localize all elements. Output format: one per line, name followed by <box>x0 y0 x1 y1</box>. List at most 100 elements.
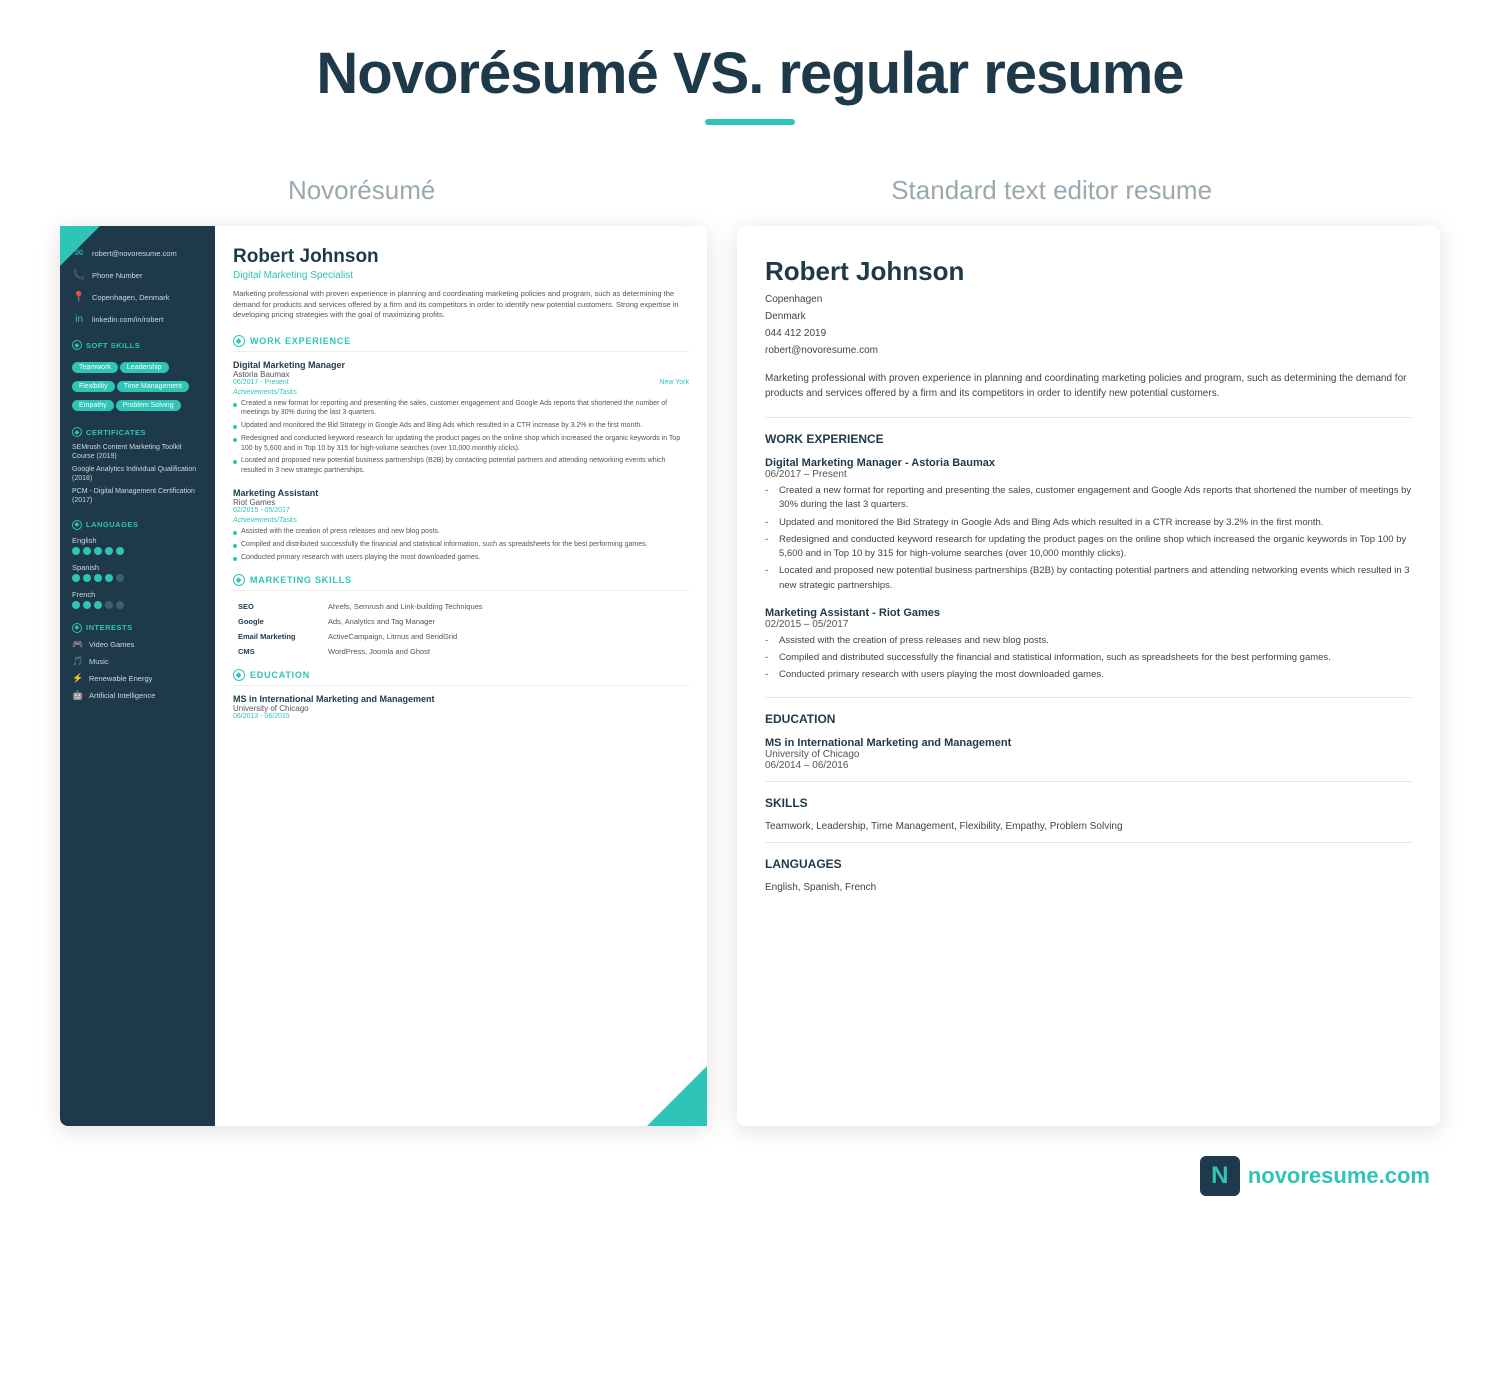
skill-detail: Ahrefs, Semrush and Link-building Techni… <box>323 599 689 614</box>
lang-name: Spanish <box>72 563 203 572</box>
lang-icon: ◆ <box>72 520 82 530</box>
work-entry: Digital Marketing Manager Astoria Baumax… <box>233 360 689 477</box>
std-work-entry: Marketing Assistant - Riot Games 02/2015… <box>765 607 1412 683</box>
location-text: Copenhagen, Denmark <box>92 293 170 302</box>
lang-dot <box>83 574 91 582</box>
edu-dates: 06/2013 - 06/2015 <box>233 713 689 720</box>
novo-jobs-container: Digital Marketing Manager Astoria Baumax… <box>233 360 689 563</box>
novo-work-title: ◆ WORK EXPERIENCE <box>233 335 689 352</box>
contact-phone: 📞 Phone Number <box>72 268 203 282</box>
std-role: Marketing Assistant - Riot Games <box>765 607 1412 619</box>
novoresume-label: Novorésumé <box>288 175 435 206</box>
work-bullet: Redesigned and conducted keyword researc… <box>233 434 689 454</box>
interest-item: 🎮 Video Games <box>72 639 203 651</box>
interest-text: Music <box>89 657 109 666</box>
std-bullet: Compiled and distributed successfully th… <box>765 651 1412 665</box>
work-bullet: Compiled and distributed successfully th… <box>233 540 689 550</box>
work-bullet: Created a new format for reporting and p… <box>233 399 689 419</box>
skill-detail: ActiveCampaign, Litmus and SendGrid <box>323 629 689 644</box>
lang-item: French <box>72 590 203 609</box>
cert-item: Google Analytics Individual Qualificatio… <box>72 465 203 483</box>
std-bullet: Located and proposed new potential busin… <box>765 564 1412 593</box>
work-company: Riot Games <box>233 498 689 507</box>
cert-icon: ◆ <box>72 427 82 437</box>
novo-name: Robert Johnson <box>233 246 689 268</box>
standard-label: Standard text editor resume <box>891 175 1212 206</box>
languages-title: ◆ LANGUAGES <box>72 520 203 530</box>
lang-item: English <box>72 536 203 555</box>
email-text: robert@novoresume.com <box>92 249 177 258</box>
lang-dot <box>94 601 102 609</box>
work-bullet: Conducted primary research with users pl… <box>233 553 689 563</box>
novoresume-card-wrapper: ✉ robert@novoresume.com 📞 Phone Number 📍… <box>60 226 707 1126</box>
interest-text: Artificial Intelligence <box>89 691 155 700</box>
work-subtitle: Achievements/Tasks <box>233 517 689 524</box>
skill-tag: Teamwork <box>72 362 118 373</box>
certificates-title: ◆ CERTIFICATES <box>72 427 203 437</box>
std-jobs-container: Digital Marketing Manager - Astoria Baum… <box>765 457 1412 683</box>
novo-edu-container: MS in International Marketing and Manage… <box>233 694 689 720</box>
interest-icon: ⚡ <box>72 673 84 685</box>
std-name: Robert Johnson <box>765 256 1412 287</box>
work-icon: ◆ <box>233 335 245 347</box>
contact-email: ✉ robert@novoresume.com <box>72 246 203 260</box>
page-footer: N novoresume.com <box>60 1156 1440 1196</box>
divider-3 <box>765 781 1412 782</box>
work-subtitle: Achievements/Tasks <box>233 389 689 396</box>
mktg-icon: ◆ <box>233 574 245 586</box>
lang-dot <box>105 574 113 582</box>
std-role: Digital Marketing Manager - Astoria Baum… <box>765 457 1412 469</box>
divider-2 <box>765 697 1412 698</box>
std-edu-degree: MS in International Marketing and Manage… <box>765 737 1412 749</box>
title-underline <box>705 119 795 125</box>
skill-name: SEO <box>233 599 323 614</box>
standard-card: Robert Johnson CopenhagenDenmark044 412 … <box>737 226 1440 1126</box>
std-bullet: Conducted primary research with users pl… <box>765 668 1412 682</box>
lang-dot <box>116 547 124 555</box>
std-lang-text: English, Spanish, French <box>765 882 1412 893</box>
std-edu-dates: 06/2014 – 06/2016 <box>765 760 1412 771</box>
lang-name: English <box>72 536 203 545</box>
soft-skills-icon: ◆ <box>72 340 82 350</box>
footer-domain: novoresume.com <box>1248 1163 1430 1189</box>
lang-dots <box>72 601 203 609</box>
std-contact-line: robert@novoresume.com <box>765 342 1412 359</box>
lang-dot <box>116 601 124 609</box>
location-icon: 📍 <box>72 290 86 304</box>
work-bullet: Assisted with the creation of press rele… <box>233 527 689 537</box>
footer-logo: N novoresume.com <box>1200 1156 1430 1196</box>
std-edu-school: University of Chicago <box>765 749 1412 760</box>
novo-main: Robert Johnson Digital Marketing Special… <box>215 226 707 1126</box>
novo-sidebar: ✉ robert@novoresume.com 📞 Phone Number 📍… <box>60 226 215 1126</box>
contact-location: 📍 Copenhagen, Denmark <box>72 290 203 304</box>
lang-item: Spanish <box>72 563 203 582</box>
lang-dot <box>105 601 113 609</box>
resumes-row: ✉ robert@novoresume.com 📞 Phone Number 📍… <box>60 226 1440 1126</box>
std-lang-title: LANGUAGES <box>765 857 1412 874</box>
interest-text: Renewable Energy <box>89 674 152 683</box>
footer-n-icon: N <box>1200 1156 1240 1196</box>
cert-item: PCM - Digital Management Certification (… <box>72 487 203 505</box>
page-title: Novorésumé VS. regular resume <box>60 40 1440 107</box>
std-bullet: Assisted with the creation of press rele… <box>765 634 1412 648</box>
skill-row: CMS WordPress, Joomla and Ghost <box>233 644 689 659</box>
skill-name: Google <box>233 614 323 629</box>
work-entry: Marketing Assistant Riot Games 02/2015 -… <box>233 488 689 562</box>
interests-icon: ◆ <box>72 623 82 633</box>
lang-dot <box>94 574 102 582</box>
work-role: Marketing Assistant <box>233 488 689 498</box>
std-contact-line: Copenhagen <box>765 291 1412 308</box>
std-skills-title: SKILLS <box>765 796 1412 813</box>
lang-dot <box>72 574 80 582</box>
std-dates: 02/2015 – 05/2017 <box>765 619 1412 630</box>
skills-container: TeamworkLeadershipFlexibilityTime Manage… <box>72 356 203 413</box>
skill-tag: Leadership <box>120 362 169 373</box>
page-wrapper: Novorésumé VS. regular resume Novorésumé… <box>0 0 1500 1256</box>
phone-icon: 📞 <box>72 268 86 282</box>
skill-name: Email Marketing <box>233 629 323 644</box>
std-work-title: WORK EXPERIENCE <box>765 432 1412 449</box>
novo-summary: Marketing professional with proven exper… <box>233 289 689 321</box>
lang-dot <box>72 547 80 555</box>
std-edu-entry: MS in International Marketing and Manage… <box>765 737 1412 771</box>
lang-dots <box>72 574 203 582</box>
